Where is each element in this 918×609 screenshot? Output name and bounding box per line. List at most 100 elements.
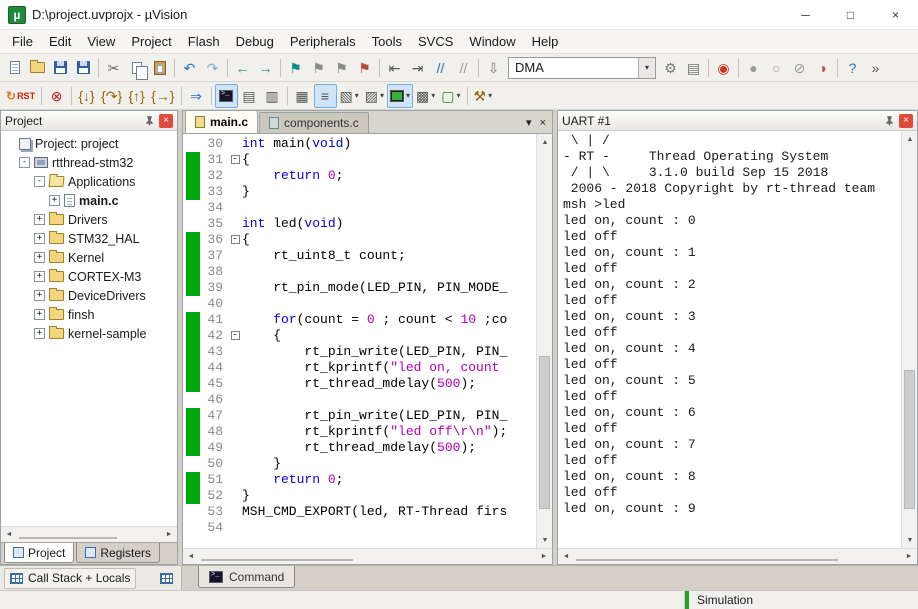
step-into-button[interactable]: {↓} [75,84,98,108]
watch-grid-button[interactable] [155,568,177,589]
uart-hscrollbar[interactable]: ◄ ► [558,548,917,564]
target-select[interactable]: DMA▾ [508,57,656,79]
uart-vscrollbar[interactable]: ▲ ▼ [901,131,917,548]
tab-project[interactable]: Project [4,543,74,563]
save-all-button[interactable] [72,56,95,80]
tree-item-rtthread-stm32[interactable]: -rtthread-stm32 [1,153,177,172]
indent-button[interactable]: ⇥ [406,56,429,80]
menu-debug[interactable]: Debug [228,31,282,52]
fold-collapse-icon[interactable]: - [231,235,240,244]
scroll-thumb[interactable] [539,356,550,509]
collapse-icon[interactable]: - [19,157,30,168]
cut-button[interactable]: ✂ [102,56,125,80]
help-button[interactable]: ? [841,56,864,80]
uncomment-button[interactable]: // [452,56,475,80]
callstack-window-button[interactable]: ≡ [314,84,337,108]
menu-project[interactable]: Project [123,31,179,52]
menu-file[interactable]: File [4,31,41,52]
maximize-button[interactable]: □ [828,0,873,29]
tree-item-stm32-hal[interactable]: +STM32_HAL [1,229,177,248]
run-to-cursor-button[interactable]: {→} [148,84,177,108]
tree-item-applications[interactable]: -Applications [1,172,177,191]
tree-item-kernel-sample[interactable]: +kernel-sample [1,324,177,343]
toolbar-overflow-button[interactable]: » [864,56,887,80]
step-over-button[interactable]: {↷} [98,84,125,108]
scroll-right-icon[interactable]: ► [901,549,917,565]
minimize-button[interactable]: ─ [783,0,828,29]
watch-window-button[interactable]: ▧▾ [337,84,362,108]
dropdown-arrow-icon[interactable]: ▾ [638,58,655,78]
bookmark-clear-button[interactable]: ⚑ [353,56,376,80]
scroll-left-icon[interactable]: ◄ [183,549,199,565]
copy-button[interactable] [125,56,148,80]
serial-window-button[interactable]: ▾ [387,84,413,108]
bookmark-prev-button[interactable]: ⚑ [307,56,330,80]
expand-icon[interactable]: + [34,214,45,225]
tab-main-c[interactable]: main.c [185,110,258,133]
symbols-window-button[interactable]: ▥ [261,84,284,108]
project-hscrollbar[interactable]: ◄ ► [1,526,177,542]
toolbox-button[interactable]: ⚒▾ [471,84,496,108]
fold-collapse-icon[interactable]: - [231,155,240,164]
tree-item-project-project[interactable]: Project: project [1,134,177,153]
menu-svcs[interactable]: SVCS [410,31,461,52]
close-tab-icon[interactable]: × [540,117,546,129]
scroll-thumb[interactable] [576,559,838,561]
breakpoint-toggle-button[interactable]: ● [742,56,765,80]
breakpoint-kill-button[interactable]: ⊘ [788,56,811,80]
call-stack-locals-button[interactable]: Call Stack + Locals [4,568,136,589]
editor-vscrollbar[interactable]: ▲ ▼ [536,134,552,548]
expand-icon[interactable]: + [34,290,45,301]
close-icon[interactable]: × [159,114,173,128]
scroll-up-icon[interactable]: ▲ [902,131,917,147]
target-options-button[interactable]: ⚙ [659,56,682,80]
code-editor[interactable]: 30int main(void)31-{32 return 0;33}3435i… [183,134,536,548]
step-out-button[interactable]: {↑} [125,84,148,108]
tab-registers[interactable]: Registers [76,543,160,563]
breakpoint-enable-all-button[interactable]: ◑ [811,56,834,80]
expand-icon[interactable]: + [34,328,45,339]
close-icon[interactable]: × [899,114,913,128]
expand-icon[interactable]: + [34,271,45,282]
scroll-thumb[interactable] [19,537,117,539]
tree-item-drivers[interactable]: +Drivers [1,210,177,229]
memory-window-button[interactable]: ▨▾ [362,84,387,108]
scroll-down-icon[interactable]: ▼ [902,532,917,548]
tree-item-main-c[interactable]: +main.c [1,191,177,210]
collapse-icon[interactable]: - [34,176,45,187]
menu-view[interactable]: View [79,31,123,52]
run-button[interactable]: ⇒ [185,84,208,108]
editor-hscrollbar[interactable]: ◄ ► [183,548,552,564]
scroll-right-icon[interactable]: ► [536,549,552,565]
save-button[interactable] [49,56,72,80]
system-viewer-button[interactable]: ▢▾ [438,84,463,108]
paste-button[interactable] [148,56,171,80]
undo-button[interactable]: ↶ [178,56,201,80]
fold-collapse-icon[interactable]: - [231,331,240,340]
scroll-thumb[interactable] [201,559,353,561]
bookmark-next-button[interactable]: ⚑ [330,56,353,80]
unindent-button[interactable]: ⇤ [383,56,406,80]
command-window-button[interactable] [215,84,238,108]
nav-forward-button[interactable]: → [254,56,277,80]
analysis-window-button[interactable]: ▩▾ [413,84,438,108]
expand-icon[interactable]: + [34,233,45,244]
tree-item-cortex-m3[interactable]: +CORTEX-M3 [1,267,177,286]
tab-components-c[interactable]: components.c [259,112,369,133]
pin-icon[interactable] [882,114,896,128]
scroll-track[interactable] [902,147,917,532]
menu-edit[interactable]: Edit [41,31,79,52]
expand-icon[interactable]: + [34,309,45,320]
scroll-left-icon[interactable]: ◄ [1,527,17,543]
tree-item-kernel[interactable]: +Kernel [1,248,177,267]
pin-icon[interactable] [142,114,156,128]
nav-back-button[interactable]: ← [231,56,254,80]
menu-window[interactable]: Window [461,31,523,52]
expand-icon[interactable]: + [34,252,45,263]
tab-list-icon[interactable]: ▾ [526,116,532,129]
find-in-files-button[interactable]: ◉ [712,56,735,80]
bookmark-toggle-button[interactable]: ⚑ [284,56,307,80]
scroll-right-icon[interactable]: ► [161,527,177,543]
reset-button[interactable]: ↻RST [3,84,38,108]
scroll-left-icon[interactable]: ◄ [558,549,574,565]
